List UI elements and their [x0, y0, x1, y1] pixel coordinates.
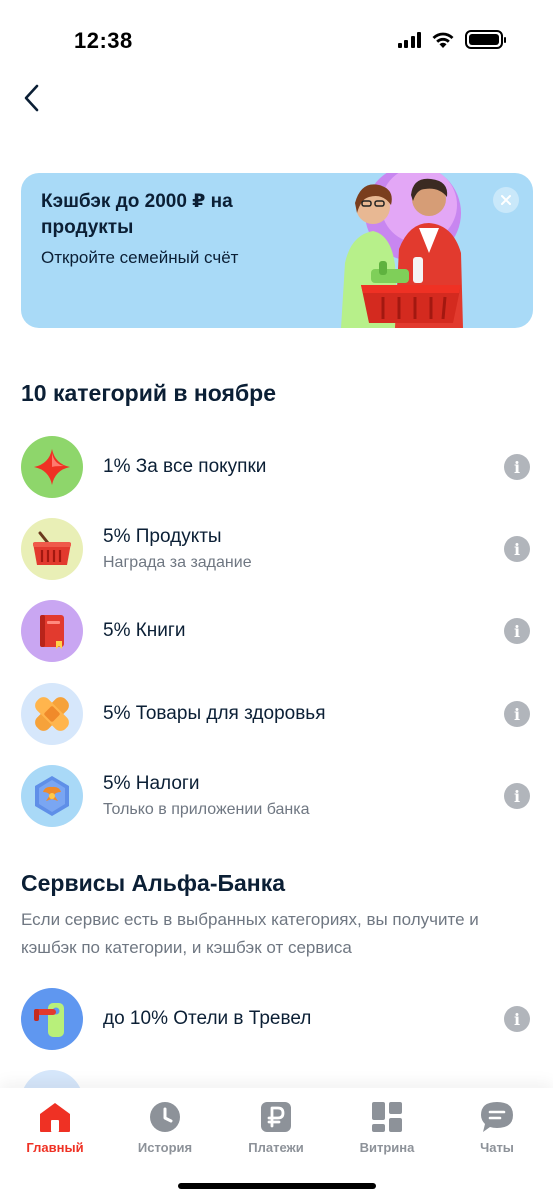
category-title: 5% Налоги: [103, 773, 200, 794]
info-icon: i: [513, 786, 521, 806]
basket-icon: [33, 531, 71, 565]
chevron-left-icon: [24, 84, 39, 112]
tab-label: Витрина: [359, 1140, 415, 1155]
info-icon: i: [513, 621, 521, 641]
back-button[interactable]: [14, 80, 50, 116]
door-key-icon: [34, 1003, 64, 1037]
status-bar: 12:38: [0, 0, 553, 80]
chat-icon: [481, 1102, 513, 1132]
home-indicator: [178, 1183, 376, 1189]
category-item[interactable]: 5% Книги i: [0, 596, 553, 666]
category-title: 5% Товары для здоровья: [103, 703, 326, 724]
close-icon: [501, 195, 511, 205]
category-icon-circle: [21, 436, 83, 498]
category-subtitle: Только в приложении банка: [103, 801, 310, 818]
category-item[interactable]: 5% Налоги Только в приложении банка i: [0, 761, 553, 831]
category-item[interactable]: 5% Товары для здоровья i: [0, 679, 553, 749]
tab-label: История: [137, 1140, 193, 1155]
tab-home[interactable]: Главный: [10, 1100, 100, 1155]
ruble-icon: [261, 1102, 291, 1132]
tab-chats[interactable]: Чаты: [452, 1100, 542, 1155]
battery-icon: [465, 30, 506, 49]
category-icon-circle: [21, 683, 83, 745]
cellular-signal-icon: [397, 31, 421, 48]
category-title: 5% Продукты: [103, 526, 222, 547]
tab-payments[interactable]: Платежи: [231, 1100, 321, 1155]
clock-icon: [150, 1102, 180, 1132]
info-button[interactable]: i: [504, 536, 530, 562]
category-title: 5% Книги: [103, 620, 186, 641]
services-title: Сервисы Альфа-Банка: [21, 870, 286, 896]
info-icon: i: [513, 704, 521, 724]
status-icons: [397, 30, 506, 49]
banner-people-illustration: [341, 173, 463, 328]
category-item[interactable]: 5% Продукты Награда за задание i: [0, 514, 553, 584]
services-description: Если сервис есть в выбранных категориях,…: [21, 910, 479, 957]
tab-history[interactable]: История: [120, 1100, 210, 1155]
grid-icon: [372, 1102, 402, 1132]
bandage-icon: [35, 697, 69, 731]
banner-title: Кэшбэк до 2000 ₽ на продукты: [41, 191, 233, 238]
tab-label: Чаты: [480, 1140, 514, 1155]
category-subtitle: Награда за задание: [103, 554, 252, 571]
status-time: 12:38: [74, 28, 133, 53]
emblem-icon: [35, 776, 69, 816]
info-icon: i: [513, 1009, 521, 1029]
home-icon: [40, 1103, 70, 1132]
wifi-icon: [432, 32, 454, 48]
promo-banner[interactable]: Кэшбэк до 2000 ₽ на продукты Откройте се…: [21, 173, 533, 328]
category-icon-circle: [21, 765, 83, 827]
banner-subtitle: Откройте семейный счёт: [41, 248, 239, 267]
info-button[interactable]: i: [504, 618, 530, 644]
info-button[interactable]: i: [504, 783, 530, 809]
tab-label: Платежи: [248, 1140, 304, 1155]
star-icon: [34, 449, 70, 485]
info-icon: i: [513, 539, 521, 559]
service-icon-circle: [21, 988, 83, 1050]
info-button[interactable]: i: [504, 1006, 530, 1032]
category-icon-circle: [21, 518, 83, 580]
category-title: 1% За все покупки: [103, 456, 267, 477]
tab-label: Главный: [26, 1140, 84, 1155]
categories-title: 10 категорий в ноябре: [21, 380, 277, 406]
book-icon: [40, 615, 64, 649]
category-item[interactable]: 1% За все покупки i: [0, 432, 553, 502]
info-button[interactable]: i: [504, 454, 530, 480]
category-icon-circle: [21, 600, 83, 662]
info-icon: i: [513, 457, 521, 477]
tab-showcase[interactable]: Витрина: [342, 1100, 432, 1155]
info-button[interactable]: i: [504, 701, 530, 727]
banner-close-button[interactable]: [493, 187, 519, 213]
service-title: до 10% Отели в Тревел: [103, 1008, 312, 1029]
service-item[interactable]: до 10% Отели в Тревел i: [0, 984, 553, 1054]
